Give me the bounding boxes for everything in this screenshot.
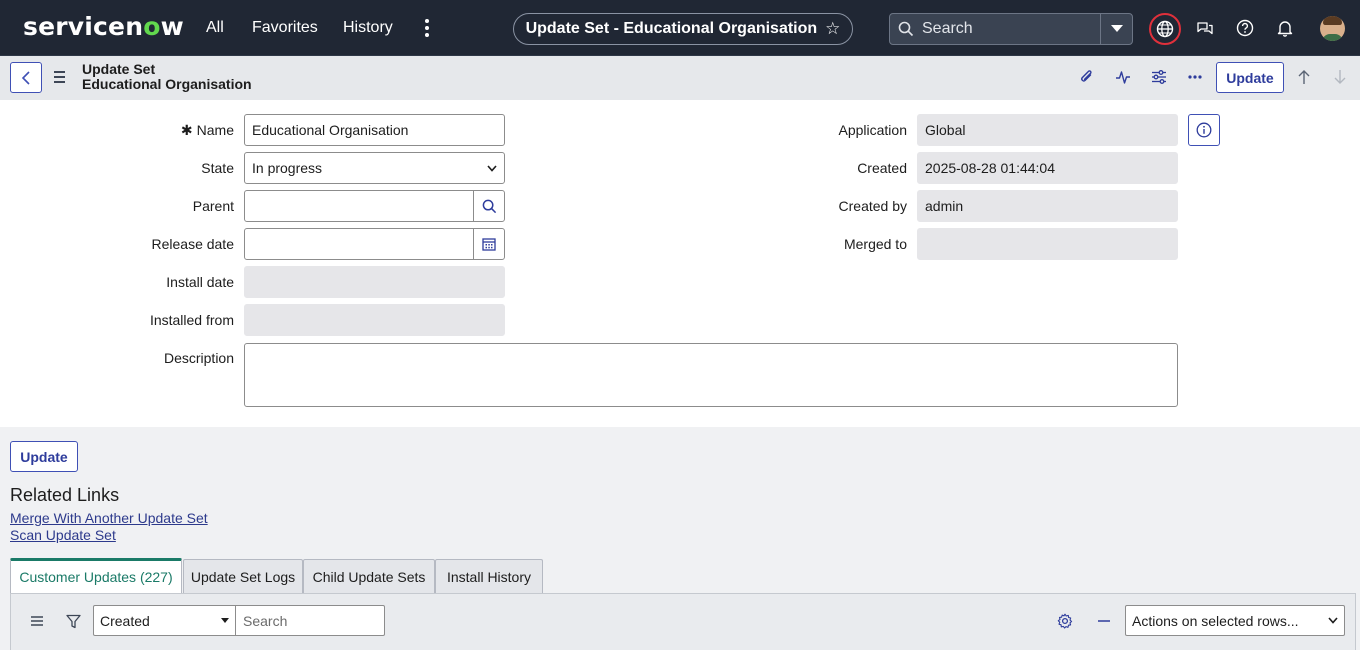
scan-update-set-link[interactable]: Scan Update Set	[10, 527, 116, 543]
form-title: Update Set Educational Organisation	[82, 62, 252, 92]
merged-to-field	[917, 228, 1178, 260]
more-menu-icon[interactable]	[418, 17, 436, 39]
user-avatar[interactable]	[1320, 16, 1345, 41]
activity-pulse-icon[interactable]	[1114, 68, 1132, 86]
search-icon	[890, 14, 922, 44]
nav-favorites[interactable]: Favorites	[252, 19, 318, 37]
created-field: 2025-08-28 01:44:04	[917, 152, 1178, 184]
collapse-minus-icon[interactable]	[1095, 612, 1113, 630]
global-search[interactable]: Search	[889, 13, 1133, 45]
info-icon	[1196, 122, 1212, 138]
list-search-field-value: Created	[100, 612, 150, 629]
installed-from-field	[244, 304, 505, 336]
previous-record-arrow-up-icon[interactable]	[1295, 68, 1313, 86]
state-selected-value: In progress	[252, 160, 323, 176]
favorite-star-icon[interactable]: ☆	[825, 19, 840, 39]
form-record-name: Educational Organisation	[82, 76, 252, 92]
filter-funnel-icon[interactable]	[64, 612, 82, 630]
record-title-pill[interactable]: Update Set - Educational Organisation ☆	[513, 13, 853, 45]
actions-on-selected-rows-select[interactable]: Actions on selected rows...	[1125, 605, 1345, 636]
top-nav: servicenow All Favorites History Update …	[0, 0, 1360, 56]
list-context-menu-icon[interactable]	[28, 612, 46, 630]
actions-selected-value: Actions on selected rows...	[1132, 612, 1299, 629]
help-icon[interactable]	[1235, 18, 1255, 38]
record-title: Update Set - Educational Organisation	[525, 20, 818, 37]
state-label: State	[201, 160, 234, 176]
install-date-label: Install date	[166, 274, 234, 290]
merged-to-label: Merged to	[843, 236, 907, 252]
personalize-settings-sliders-icon[interactable]	[1150, 68, 1168, 86]
caret-down-icon	[221, 618, 229, 623]
install-date-field	[244, 266, 505, 298]
nav-all[interactable]: All	[206, 19, 224, 37]
notifications-bell-icon[interactable]	[1275, 18, 1295, 38]
attachment-paperclip-icon[interactable]	[1078, 68, 1096, 86]
installed-from-label: Installed from	[149, 312, 234, 328]
name-field[interactable]: Educational Organisation	[244, 114, 505, 146]
next-record-arrow-down-icon[interactable]	[1331, 68, 1349, 86]
servicenow-logo[interactable]: servicenow	[23, 12, 184, 41]
state-select[interactable]: In progress	[244, 152, 505, 184]
chat-icon[interactable]	[1195, 18, 1215, 38]
description-textarea[interactable]	[244, 343, 1178, 407]
name-label: ✱ Name	[180, 122, 234, 138]
list-search-field-select[interactable]: Created	[93, 605, 236, 636]
form-context-menu-icon[interactable]	[54, 70, 68, 84]
tab-update-set-logs[interactable]: Update Set Logs	[183, 559, 303, 593]
parent-field[interactable]	[244, 190, 474, 222]
tab-customer-updates[interactable]: Customer Updates (227)	[10, 558, 182, 593]
update-button-bottom[interactable]: Update	[10, 441, 78, 472]
form-table-name: Update Set	[82, 61, 156, 77]
mandatory-asterisk-icon: ✱	[180, 122, 193, 138]
merge-update-set-link[interactable]: Merge With Another Update Set	[10, 510, 208, 526]
calendar-icon	[482, 238, 496, 251]
application-field: Global	[917, 114, 1178, 146]
release-date-label: Release date	[151, 236, 234, 252]
application-info-button[interactable]	[1188, 114, 1220, 146]
created-by-field: admin	[917, 190, 1178, 222]
application-label: Application	[838, 122, 908, 138]
more-options-ellipsis-icon[interactable]	[1186, 68, 1204, 86]
created-label: Created	[857, 160, 907, 176]
search-scope-dropdown-icon[interactable]	[1100, 14, 1132, 44]
search-icon	[482, 199, 496, 213]
parent-lookup-button[interactable]	[473, 190, 505, 222]
tab-install-history[interactable]: Install History	[435, 559, 543, 593]
list-settings-gear-icon[interactable]	[1056, 612, 1074, 630]
chevron-down-icon	[1328, 617, 1338, 624]
created-by-label: Created by	[838, 198, 907, 214]
description-label: Description	[163, 350, 234, 366]
global-search-input[interactable]: Search	[922, 14, 1100, 44]
chevron-down-icon	[487, 164, 497, 172]
release-date-field[interactable]	[244, 228, 474, 260]
related-links-title: Related Links	[10, 485, 120, 505]
tab-child-update-sets[interactable]: Child Update Sets	[303, 559, 435, 593]
back-button[interactable]	[10, 62, 42, 93]
release-date-calendar-button[interactable]	[473, 228, 505, 260]
nav-history[interactable]: History	[343, 19, 393, 37]
parent-label: Parent	[192, 198, 234, 214]
globe-icon[interactable]	[1149, 13, 1181, 45]
list-search-input[interactable]: Search	[235, 605, 385, 636]
update-button-header[interactable]: Update	[1216, 62, 1284, 93]
